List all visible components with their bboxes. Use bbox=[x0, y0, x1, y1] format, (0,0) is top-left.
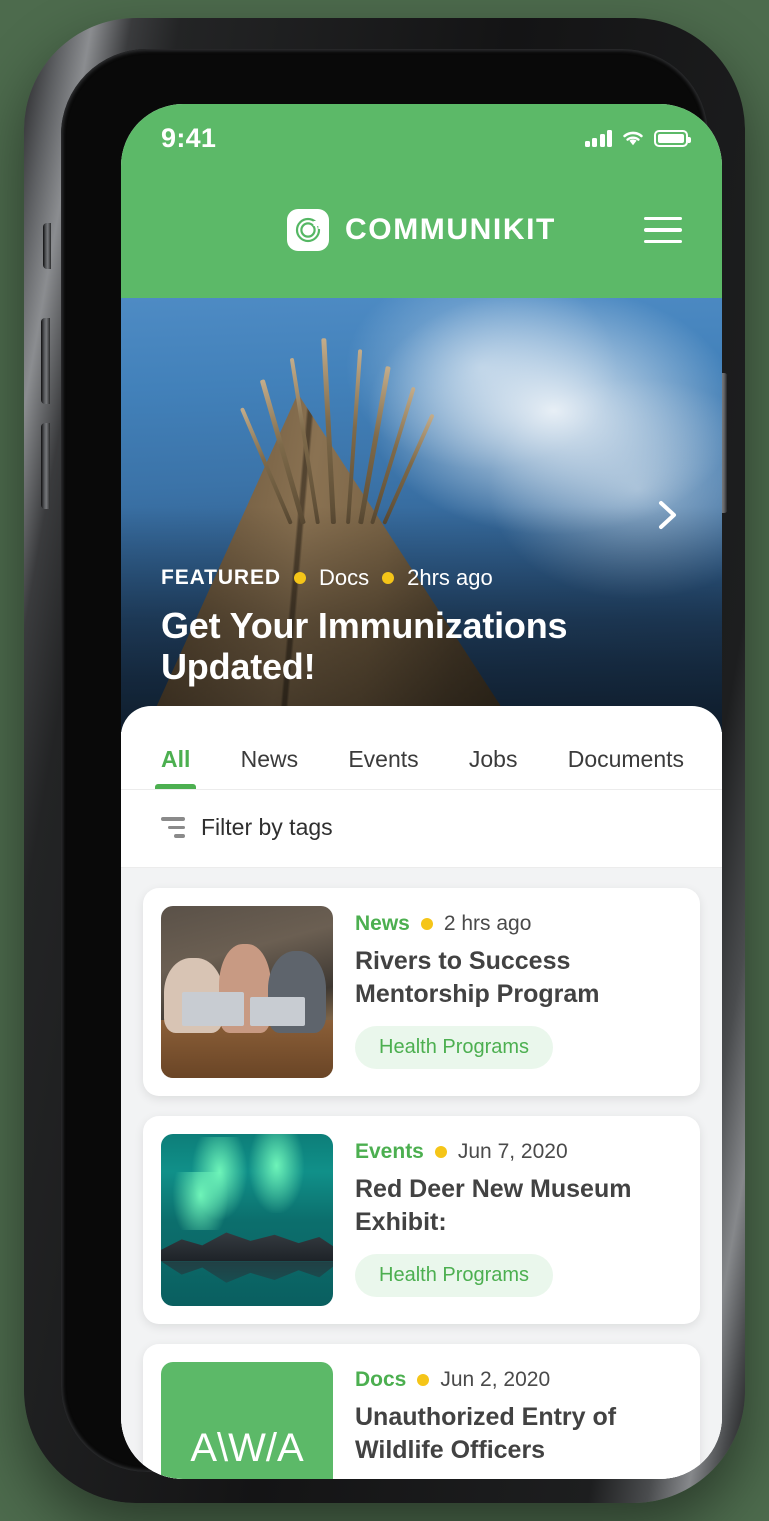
hero-timestamp: 2hrs ago bbox=[407, 564, 493, 590]
hero-meta: FEATURED Docs 2hrs ago bbox=[161, 565, 626, 591]
card-meta: News 2 hrs ago bbox=[355, 912, 682, 936]
card-body: Events Jun 7, 2020 Red Deer New Museum E… bbox=[355, 1134, 682, 1306]
volume-down-button[interactable] bbox=[41, 423, 50, 509]
silent-switch[interactable] bbox=[43, 223, 51, 269]
wifi-icon bbox=[621, 129, 645, 147]
brand: COMMUNIKIT bbox=[287, 209, 556, 251]
status-time: 9:41 bbox=[161, 122, 217, 153]
card-title: Red Deer New Museum Exhibit: bbox=[355, 1175, 632, 1236]
filter-by-tags-button[interactable]: Filter by tags bbox=[121, 790, 722, 868]
featured-badge: FEATURED bbox=[161, 565, 281, 589]
signal-bars-icon bbox=[584, 129, 612, 147]
card-date: Jun 2, 2020 bbox=[440, 1368, 551, 1391]
chevron-right-icon[interactable] bbox=[650, 498, 684, 532]
content-sheet: All News Events Jobs Documents Filter by… bbox=[121, 706, 722, 1479]
communikit-logo-icon bbox=[287, 209, 329, 251]
tab-documents[interactable]: Documents bbox=[568, 746, 684, 789]
tab-all[interactable]: All bbox=[154, 746, 197, 789]
featured-hero-banner[interactable]: FEATURED Docs 2hrs ago Get Your Immuniza… bbox=[121, 298, 722, 732]
card-title: Rivers to Success Mentorship Program bbox=[355, 947, 600, 1008]
status-icons bbox=[584, 129, 691, 147]
list-item[interactable]: News 2 hrs ago Rivers to Success Mentors… bbox=[143, 888, 700, 1096]
meta-separator-dot-icon bbox=[420, 918, 433, 930]
battery-full-icon bbox=[654, 129, 691, 147]
card-meta: Events Jun 7, 2020 bbox=[355, 1140, 682, 1164]
category-tabs: All News Events Jobs Documents bbox=[121, 706, 722, 790]
phone-screen: 9:41 COMMUNIKIT FEATURED Docs 2hrs ago G… bbox=[121, 104, 722, 1479]
hero-category: Docs bbox=[318, 564, 370, 590]
app-header: COMMUNIKIT bbox=[121, 162, 722, 298]
tab-events[interactable]: Events bbox=[348, 746, 418, 789]
status-bar: 9:41 bbox=[121, 104, 722, 162]
card-thumbnail bbox=[161, 1134, 333, 1306]
brand-name: COMMUNIKIT bbox=[345, 213, 556, 246]
card-category: Events bbox=[355, 1140, 424, 1163]
card-tag[interactable]: Health Programs bbox=[355, 1026, 554, 1069]
meta-separator-dot-icon bbox=[417, 1374, 430, 1386]
phone-bezel: 9:41 COMMUNIKIT FEATURED Docs 2hrs ago G… bbox=[61, 49, 722, 1479]
card-body: News 2 hrs ago Rivers to Success Mentors… bbox=[355, 906, 682, 1078]
card-body: Docs Jun 2, 2020 Unauthorized Entry of W… bbox=[355, 1362, 682, 1479]
card-title: Unauthorized Entry of Wildlife Officers bbox=[355, 1403, 617, 1464]
phone-frame: 9:41 COMMUNIKIT FEATURED Docs 2hrs ago G… bbox=[24, 18, 745, 1503]
hero-content: FEATURED Docs 2hrs ago Get Your Immuniza… bbox=[161, 565, 626, 689]
hero-title: Get Your Immunizations Updated! bbox=[161, 604, 568, 688]
list-item[interactable]: Events Jun 7, 2020 Red Deer New Museum E… bbox=[143, 1116, 700, 1324]
card-thumbnail bbox=[161, 906, 333, 1078]
tab-news[interactable]: News bbox=[241, 746, 299, 789]
meta-separator-dot-icon bbox=[382, 571, 395, 584]
feed-list: News 2 hrs ago Rivers to Success Mentors… bbox=[121, 868, 722, 1479]
card-meta: Docs Jun 2, 2020 bbox=[355, 1368, 682, 1392]
card-thumbnail: A\W/A bbox=[161, 1362, 333, 1479]
meta-separator-dot-icon bbox=[434, 1146, 447, 1158]
volume-up-button[interactable] bbox=[41, 318, 50, 404]
card-category: News bbox=[355, 912, 410, 935]
tab-jobs[interactable]: Jobs bbox=[469, 746, 518, 789]
meta-separator-dot-icon bbox=[293, 571, 306, 584]
card-category: Docs bbox=[355, 1368, 407, 1391]
hamburger-menu-icon[interactable] bbox=[644, 217, 682, 243]
card-tag[interactable]: Health Programs bbox=[355, 1254, 554, 1297]
card-date: 2 hrs ago bbox=[443, 912, 532, 935]
filter-label: Filter by tags bbox=[201, 814, 333, 840]
list-item[interactable]: A\W/A Docs Jun 2, 2020 Unauthorized Entr… bbox=[143, 1344, 700, 1479]
awa-logo-icon: A\W/A bbox=[190, 1425, 304, 1470]
card-date: Jun 7, 2020 bbox=[457, 1140, 568, 1163]
filter-lines-icon bbox=[161, 817, 185, 838]
